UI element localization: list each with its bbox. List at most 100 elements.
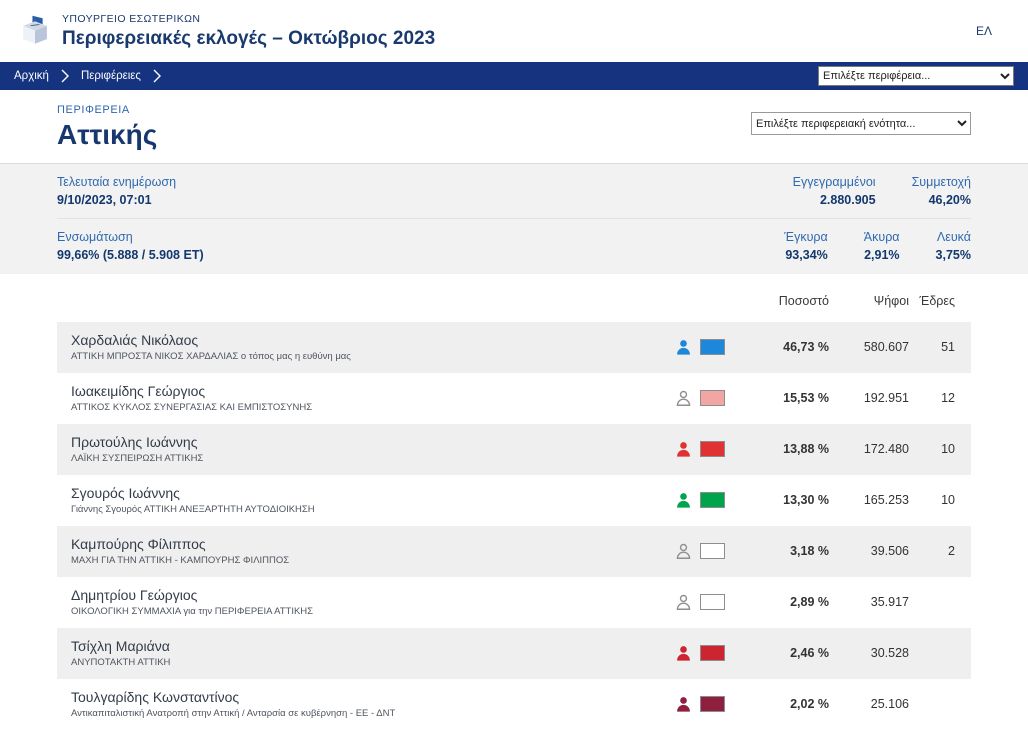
result-row[interactable]: Καμπούρης Φίλιππος ΜΑΧΗ ΓΙΑ ΤΗΝ ΑΤΤΙΚΗ -…: [57, 526, 971, 577]
votes-value: 35.917: [829, 595, 909, 609]
stat-invalid-value: 2,91%: [864, 246, 900, 264]
region-select[interactable]: Επιλέξτε περιφέρεια...: [818, 66, 1014, 86]
votes-value: 172.480: [829, 442, 909, 456]
result-row[interactable]: Χαρδαλιάς Νικόλαος ΑΤΤΙΚΗ ΜΠΡΟΣΤΑ ΝΙΚΟΣ …: [57, 322, 971, 373]
person-icon: [675, 594, 692, 611]
stat-registered-label: Εγγεγραμμένοι: [793, 173, 876, 191]
result-row[interactable]: Ιωακειμίδης Γεώργιος ΑΤΤΙΚΟΣ ΚΥΚΛΟΣ ΣΥΝΕ…: [57, 373, 971, 424]
candidate-name: Ιωακειμίδης Γεώργιος: [71, 383, 675, 399]
party-name: ΑΝΥΠΟΤΑΚΤΗ ΑΤΤΙΚΗ: [71, 657, 675, 668]
stat-registered: Εγγεγραμμένοι 2.880.905: [793, 173, 876, 209]
ballot-box-logo-icon: [18, 14, 52, 48]
party-name: ΑΤΤΙΚΟΣ ΚΥΚΛΟΣ ΣΥΝΕΡΓΑΣΙΑΣ ΚΑΙ ΕΜΠΙΣΤΟΣΥ…: [71, 402, 675, 413]
stat-participation: Συμμετοχή 46,20%: [912, 173, 971, 209]
stat-integration-value: 99,66% (5.888 / 5.908 ΕΤ): [57, 246, 204, 264]
percent-value: 13,88 %: [741, 442, 829, 456]
ministry-name: ΥΠΟΥΡΓΕΙΟ ΕΣΩΤΕΡΙΚΩΝ: [62, 13, 435, 25]
stats-row-1: Τελευταία ενημέρωση 9/10/2023, 07:01 Εγγ…: [57, 164, 971, 218]
stat-participation-value: 46,20%: [912, 191, 971, 209]
percent-value: 46,73 %: [741, 340, 829, 354]
stat-integration-label: Ενσωμάτωση: [57, 228, 204, 246]
party-flag-icon: [700, 390, 725, 406]
stat-valid-value: 93,34%: [784, 246, 827, 264]
seats-value: 12: [909, 391, 971, 405]
candidate-name: Τουλγαρίδης Κωνσταντίνος: [71, 689, 675, 705]
percent-value: 2,46 %: [741, 646, 829, 660]
votes-value: 165.253: [829, 493, 909, 507]
seats-value: 10: [909, 442, 971, 456]
breadcrumb-item-home[interactable]: Αρχική: [14, 70, 49, 82]
stat-last-update-value: 9/10/2023, 07:01: [57, 191, 176, 209]
party-flag-icon: [700, 594, 725, 610]
person-icon: [675, 441, 692, 458]
party-flag-icon: [700, 696, 725, 712]
result-row[interactable]: Τουλγαρίδης Κωνσταντίνος Αντικαπιταλιστι…: [57, 679, 971, 730]
app-header: ΥΠΟΥΡΓΕΙΟ ΕΣΩΤΕΡΙΚΩΝ Περιφερειακές εκλογ…: [0, 0, 1028, 62]
percent-value: 2,89 %: [741, 595, 829, 609]
percent-value: 3,18 %: [741, 544, 829, 558]
person-icon: [675, 696, 692, 713]
candidate-name: Σγουρός Ιωάννης: [71, 485, 675, 501]
seats-value: 2: [909, 544, 971, 558]
stat-integration: Ενσωμάτωση 99,66% (5.888 / 5.908 ΕΤ): [57, 228, 204, 264]
result-row[interactable]: Δημητρίου Γεώργιος ΟΙΚΟΛΟΓΙΚΗ ΣΥΜΜΑΧΙΑ γ…: [57, 577, 971, 628]
stat-last-update-label: Τελευταία ενημέρωση: [57, 173, 176, 191]
header-percent: Ποσοστό: [741, 294, 829, 308]
candidate-name: Τσίχλη Μαριάνα: [71, 638, 675, 654]
person-icon: [675, 645, 692, 662]
party-flag-icon: [700, 441, 725, 457]
party-flag-icon: [700, 492, 725, 508]
results-rows: Χαρδαλιάς Νικόλαος ΑΤΤΙΚΗ ΜΠΡΟΣΤΑ ΝΙΚΟΣ …: [57, 322, 971, 730]
party-flag-icon: [700, 339, 725, 355]
person-icon: [675, 339, 692, 356]
party-name: ΛΑΪΚΗ ΣΥΣΠΕΙΡΩΣΗ ΑΤΤΙΚΗΣ: [71, 453, 675, 464]
candidate-name: Δημητρίου Γεώργιος: [71, 587, 675, 603]
candidate-name: Καμπούρης Φίλιππος: [71, 536, 675, 552]
stat-valid: Έγκυρα 93,34%: [784, 228, 827, 264]
region-section: ΠΕΡΙΦΕΡΕΙΑ Αττικής Επιλέξτε περιφερειακή…: [0, 90, 1028, 164]
votes-value: 25.106: [829, 697, 909, 711]
party-name: ΟΙΚΟΛΟΓΙΚΗ ΣΥΜΜΑΧΙΑ για την ΠΕΡΙΦΕΡΕΙΑ Α…: [71, 606, 675, 617]
party-name: Γιάννης Σγουρός ΑΤΤΙΚΗ ΑΝΕΞΑΡΤΗΤΗ ΑΥΤΟΔΙ…: [71, 504, 675, 515]
party-flag-icon: [700, 645, 725, 661]
percent-value: 13,30 %: [741, 493, 829, 507]
stats-strip: Τελευταία ενημέρωση 9/10/2023, 07:01 Εγγ…: [0, 164, 1028, 274]
stat-participation-label: Συμμετοχή: [912, 173, 971, 191]
result-row[interactable]: Πρωτούλης Ιωάννης ΛΑΪΚΗ ΣΥΣΠΕΙΡΩΣΗ ΑΤΤΙΚ…: [57, 424, 971, 475]
person-icon: [675, 390, 692, 407]
party-name: ΑΤΤΙΚΗ ΜΠΡΟΣΤΑ ΝΙΚΟΣ ΧΑΡΔΑΛΙΑΣ ο τόπος μ…: [71, 351, 675, 362]
breadcrumb-item-regions[interactable]: Περιφέρειες: [81, 70, 141, 82]
stat-blank: Λευκά 3,75%: [936, 228, 971, 264]
results-table: Ποσοστό Ψήφοι Έδρες Χαρδαλιάς Νικόλαος Α…: [0, 274, 1028, 730]
breadcrumb: Αρχική Περιφέρειες Επιλέξτε περιφέρεια..…: [0, 62, 1028, 90]
party-name: ΜΑΧΗ ΓΙΑ ΤΗΝ ΑΤΤΙΚΗ - ΚΑΜΠΟΥΡΗΣ ΦΙΛΙΠΠΟΣ: [71, 555, 675, 566]
chevron-right-icon: [153, 69, 161, 83]
result-row[interactable]: Σγουρός Ιωάννης Γιάννης Σγουρός ΑΤΤΙΚΗ Α…: [57, 475, 971, 526]
regional-unit-select[interactable]: Επιλέξτε περιφερειακή ενότητα...: [751, 112, 971, 135]
header-seats: Έδρες: [909, 294, 971, 308]
seats-value: 51: [909, 340, 971, 354]
stat-valid-label: Έγκυρα: [784, 228, 827, 246]
stats-row-2: Ενσωμάτωση 99,66% (5.888 / 5.908 ΕΤ) Έγκ…: [57, 218, 971, 273]
results-header-row: Ποσοστό Ψήφοι Έδρες: [57, 290, 971, 322]
stat-invalid-label: Άκυρα: [864, 228, 900, 246]
result-row[interactable]: Τσίχλη Μαριάνα ΑΝΥΠΟΤΑΚΤΗ ΑΤΤΙΚΗ 2,46 % …: [57, 628, 971, 679]
chevron-right-icon: [61, 69, 69, 83]
language-toggle[interactable]: ΕΛ: [976, 24, 1010, 38]
votes-value: 192.951: [829, 391, 909, 405]
header-votes: Ψήφοι: [829, 294, 909, 308]
votes-value: 580.607: [829, 340, 909, 354]
stat-registered-value: 2.880.905: [793, 191, 876, 209]
page-title: Περιφερειακές εκλογές – Οκτώβριος 2023: [62, 28, 435, 50]
stat-blank-label: Λευκά: [936, 228, 971, 246]
candidate-name: Πρωτούλης Ιωάννης: [71, 434, 675, 450]
stat-invalid: Άκυρα 2,91%: [864, 228, 900, 264]
stat-blank-value: 3,75%: [936, 246, 971, 264]
votes-value: 39.506: [829, 544, 909, 558]
party-name: Αντικαπιταλιστική Ανατροπή στην Αττική /…: [71, 708, 675, 719]
seats-value: 10: [909, 493, 971, 507]
candidate-name: Χαρδαλιάς Νικόλαος: [71, 332, 675, 348]
person-icon: [675, 492, 692, 509]
percent-value: 2,02 %: [741, 697, 829, 711]
stat-last-update: Τελευταία ενημέρωση 9/10/2023, 07:01: [57, 173, 176, 209]
